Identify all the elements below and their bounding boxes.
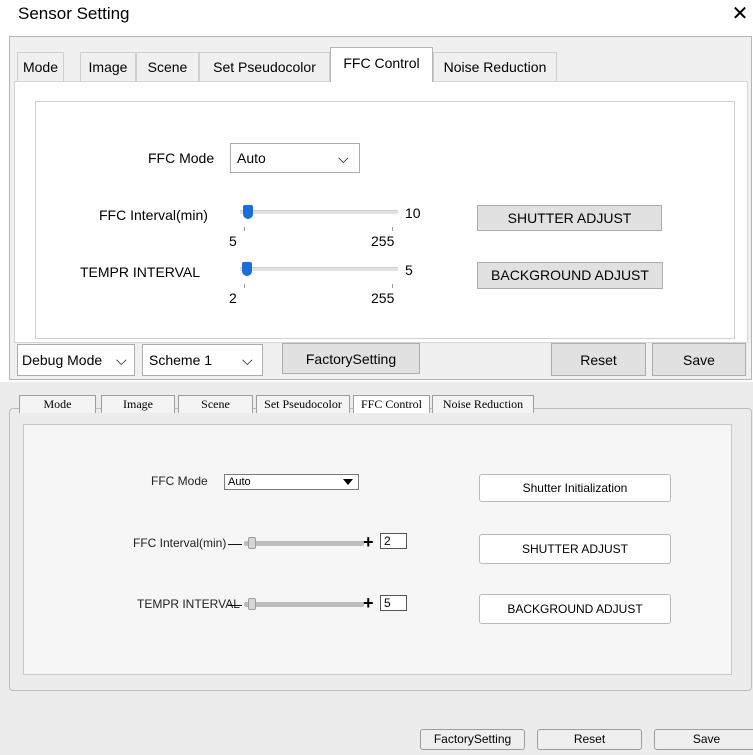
triangle-down-icon xyxy=(343,479,353,485)
ffc-mode-label: FFC Mode xyxy=(148,150,215,166)
shutter-adjust-button[interactable]: SHUTTER ADJUST xyxy=(479,534,671,564)
tab-mode[interactable]: Mode xyxy=(17,52,64,81)
ffc-interval-slider[interactable] xyxy=(244,536,364,550)
tab-noise-reduction[interactable]: Noise Reduction xyxy=(433,52,557,81)
background-adjust-button[interactable]: BACKGROUND ADJUST xyxy=(479,594,671,624)
slider-tick xyxy=(244,227,245,231)
tempr-interval-input[interactable]: 5 xyxy=(380,595,407,611)
tempr-interval-slider[interactable] xyxy=(244,597,364,611)
ffc-interval-min: 5 xyxy=(229,233,237,249)
ffc-interval-max: 255 xyxy=(371,233,395,249)
shutter-adjust-button[interactable]: SHUTTER ADJUST xyxy=(477,205,662,231)
slider-thumb[interactable] xyxy=(248,537,257,549)
window-title: Sensor Setting xyxy=(18,4,130,23)
tab-set-pseudocolor[interactable]: Set Pseudocolor xyxy=(256,395,350,413)
factory-setting-button[interactable]: FactorySetting xyxy=(282,343,420,374)
tab-image[interactable]: Image xyxy=(101,395,175,413)
tempr-interval-label: TEMPR INTERVAL xyxy=(137,597,240,611)
debug-mode-select[interactable]: Debug Mode ⌵ xyxy=(17,344,135,376)
slider-track xyxy=(240,210,398,214)
shutter-initialization-button[interactable]: Shutter Initialization xyxy=(479,474,671,502)
ffc-mode-select[interactable]: Auto ⌵ xyxy=(230,143,360,173)
factory-setting-button[interactable]: FactorySetting xyxy=(420,729,525,750)
tempr-interval-value: 5 xyxy=(405,262,413,278)
slider-tick xyxy=(392,284,393,288)
slider-thumb[interactable] xyxy=(243,205,253,219)
tab-scene[interactable]: Scene xyxy=(136,52,199,81)
reset-button[interactable]: Reset xyxy=(551,343,646,376)
ffc-mode-label: FFC Mode xyxy=(151,474,208,488)
reset-button[interactable]: Reset xyxy=(537,729,642,750)
ffc-mode-value: Auto xyxy=(228,476,251,488)
tempr-interval-min: 2 xyxy=(229,290,237,306)
tempr-interval-max: 255 xyxy=(371,290,395,306)
ffc-mode-value: Auto xyxy=(237,150,266,166)
chevron-down-icon: ⌵ xyxy=(116,352,127,368)
minus-icon[interactable]: — xyxy=(228,597,242,611)
slider-tick xyxy=(392,227,393,231)
tab-scene[interactable]: Scene xyxy=(178,395,253,413)
chevron-down-icon: ⌵ xyxy=(338,150,349,166)
chevron-down-icon: ⌵ xyxy=(242,352,253,368)
slider-tick xyxy=(244,284,245,288)
slider-track xyxy=(244,602,364,607)
save-button[interactable]: Save xyxy=(654,729,753,750)
tab-ffc-control[interactable]: FFC Control xyxy=(330,47,433,82)
ffc-interval-label: FFC Interval(min) xyxy=(99,207,208,223)
scheme-select[interactable]: Scheme 1 ⌵ xyxy=(142,344,263,376)
debug-mode-value: Debug Mode xyxy=(22,352,103,368)
save-button[interactable]: Save xyxy=(652,343,746,376)
close-icon[interactable]: ✕ xyxy=(728,1,752,25)
ffc-interval-slider[interactable] xyxy=(240,205,398,225)
plus-icon[interactable]: + xyxy=(363,594,374,612)
tempr-interval-label: TEMPR INTERVAL xyxy=(80,264,201,280)
slider-track xyxy=(244,541,364,546)
plus-icon[interactable]: + xyxy=(363,533,374,551)
ffc-interval-input[interactable]: 2 xyxy=(380,533,407,549)
slider-thumb[interactable] xyxy=(248,598,257,610)
minus-icon[interactable]: — xyxy=(228,536,242,550)
tab-set-pseudocolor[interactable]: Set Pseudocolor xyxy=(199,52,330,81)
ffc-mode-select[interactable]: Auto xyxy=(224,474,359,490)
background-adjust-button[interactable]: BACKGROUND ADJUST xyxy=(477,262,663,289)
ffc-interval-value: 10 xyxy=(405,205,421,221)
tempr-interval-slider[interactable] xyxy=(237,262,398,282)
scheme-value: Scheme 1 xyxy=(149,352,213,368)
tab-ffc-control[interactable]: FFC Control xyxy=(353,395,430,413)
tab-image[interactable]: Image xyxy=(80,52,136,81)
tab-mode[interactable]: Mode xyxy=(19,395,96,413)
ffc-interval-label: FFC Interval(min) xyxy=(133,536,227,550)
slider-track xyxy=(240,267,398,271)
slider-thumb[interactable] xyxy=(241,262,252,276)
tab-noise-reduction[interactable]: Noise Reduction xyxy=(432,395,534,413)
